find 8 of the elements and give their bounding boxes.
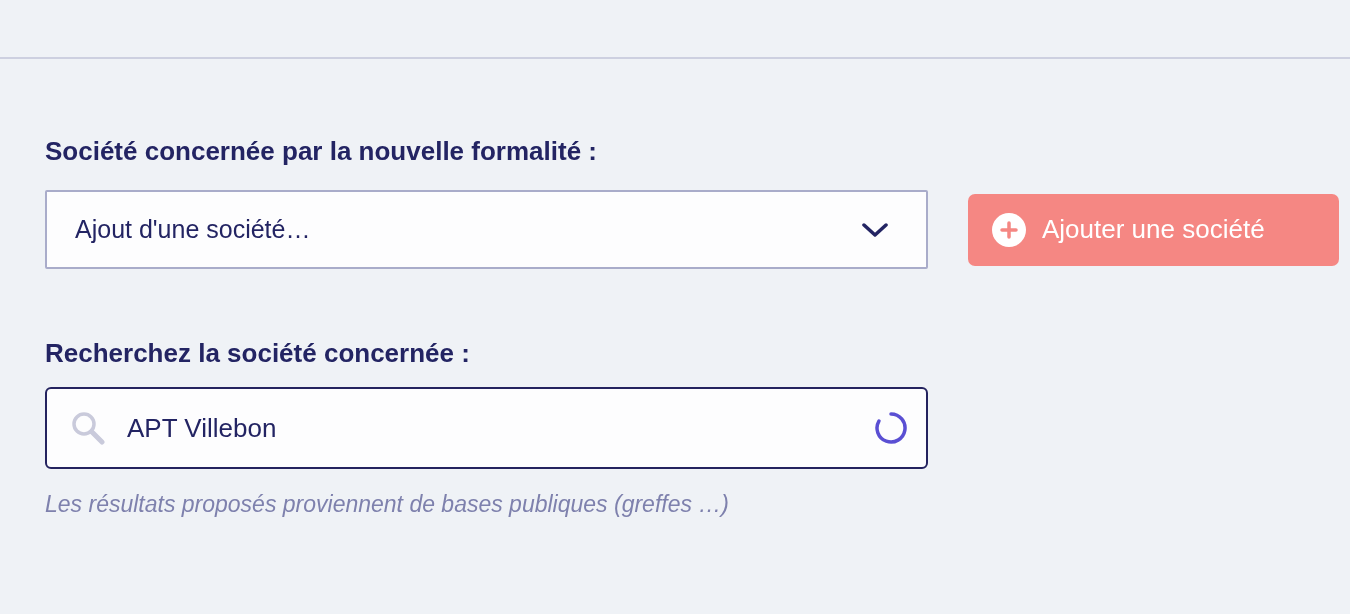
hint-text: Les résultats proposés proviennent de bases publiques (greffes …) (45, 490, 730, 519)
search-icon (71, 411, 105, 445)
field-label: Recherchez la société concernée : (45, 337, 471, 369)
field-label: Société concernée par la nouvelle formalité : (45, 135, 598, 167)
plus-circle-icon (992, 212, 1026, 247)
search-field[interactable]: APT Villebon (45, 387, 928, 469)
company-select[interactable]: Ajout d'une société… (45, 190, 928, 269)
chevron-down-icon (862, 221, 888, 238)
